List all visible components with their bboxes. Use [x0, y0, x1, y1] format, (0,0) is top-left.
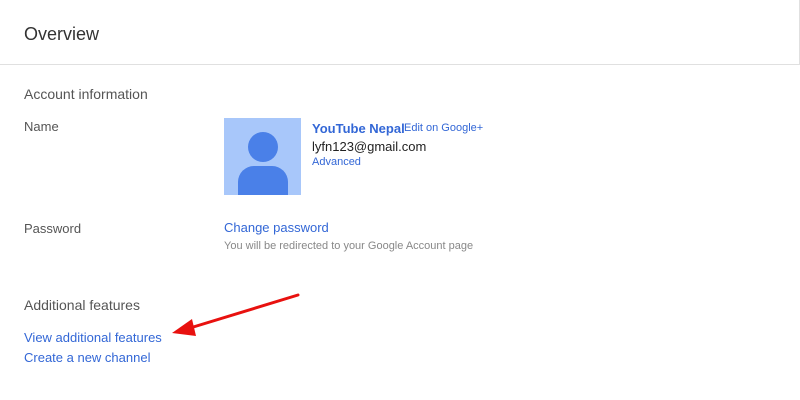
- password-label: Password: [24, 221, 82, 236]
- name-label: Name: [24, 119, 59, 134]
- view-additional-features-link[interactable]: View additional features: [24, 330, 162, 345]
- additional-features-heading: Additional features: [24, 297, 140, 313]
- channel-name-link[interactable]: YouTube Nepal: [312, 121, 405, 136]
- avatar-head: [248, 132, 278, 162]
- account-email: lyfn123@gmail.com: [312, 139, 427, 154]
- avatar: [224, 118, 301, 195]
- change-password-link[interactable]: Change password: [224, 220, 329, 235]
- avatar-body: [238, 166, 288, 195]
- edit-on-google-plus-link[interactable]: Edit on Google+: [404, 122, 483, 134]
- redirect-note: You will be redirected to your Google Ac…: [224, 240, 474, 252]
- account-information-heading: Account information: [24, 86, 148, 102]
- page-title: Overview: [24, 24, 100, 44]
- overview-header: Overview: [0, 0, 800, 65]
- create-new-channel-link[interactable]: Create a new channel: [24, 350, 150, 365]
- advanced-link[interactable]: Advanced: [312, 156, 361, 168]
